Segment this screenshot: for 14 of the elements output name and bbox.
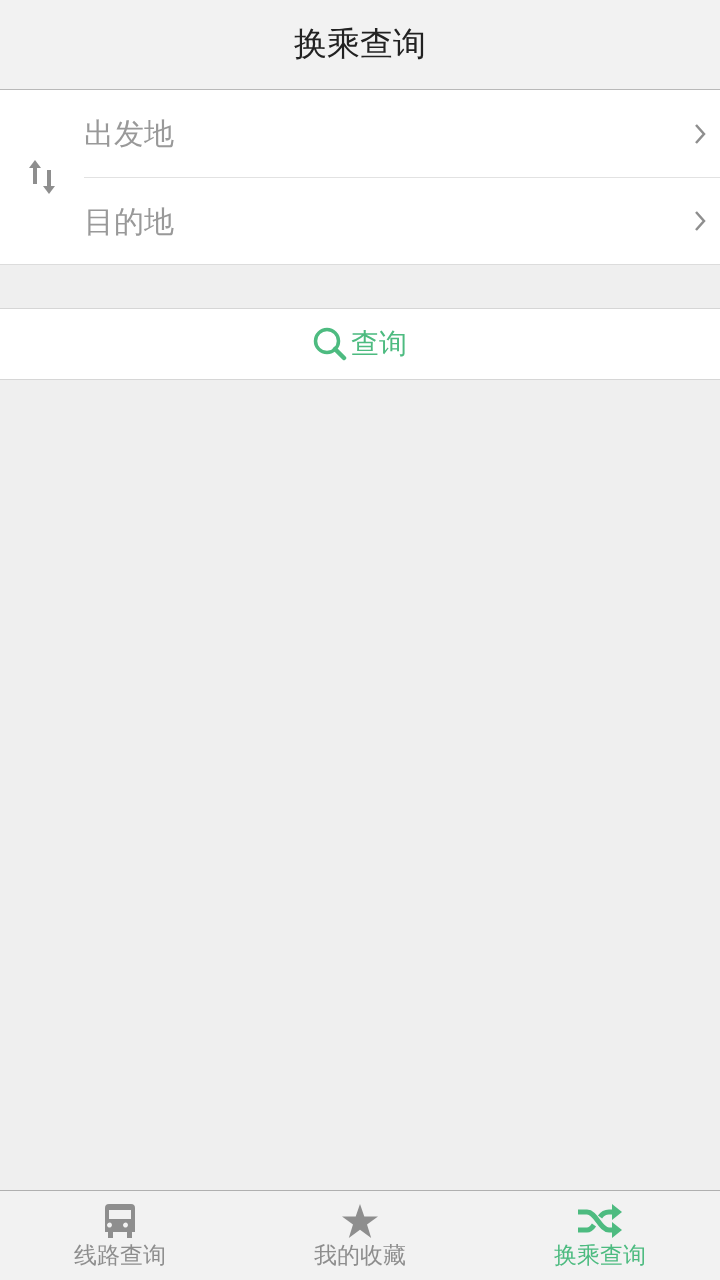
chevron-right-icon [694, 122, 706, 145]
tab[interactable]: 我的收藏 [240, 1191, 480, 1280]
location-field[interactable]: 目的地 [84, 203, 694, 239]
search-icon [313, 327, 347, 361]
star-icon [342, 1203, 378, 1238]
tab[interactable]: 换乘查询 [480, 1191, 720, 1280]
location-field[interactable]: 出发地 [84, 116, 694, 151]
chevron-right-icon [694, 210, 706, 232]
search-button[interactable]: 查询 [0, 308, 720, 380]
bus-icon [105, 1203, 135, 1238]
page-title: 换乘查询 [294, 23, 426, 65]
shuffle-icon [578, 1203, 622, 1238]
tab[interactable]: 线路查询 [0, 1191, 240, 1280]
swap-icon[interactable] [29, 160, 55, 194]
